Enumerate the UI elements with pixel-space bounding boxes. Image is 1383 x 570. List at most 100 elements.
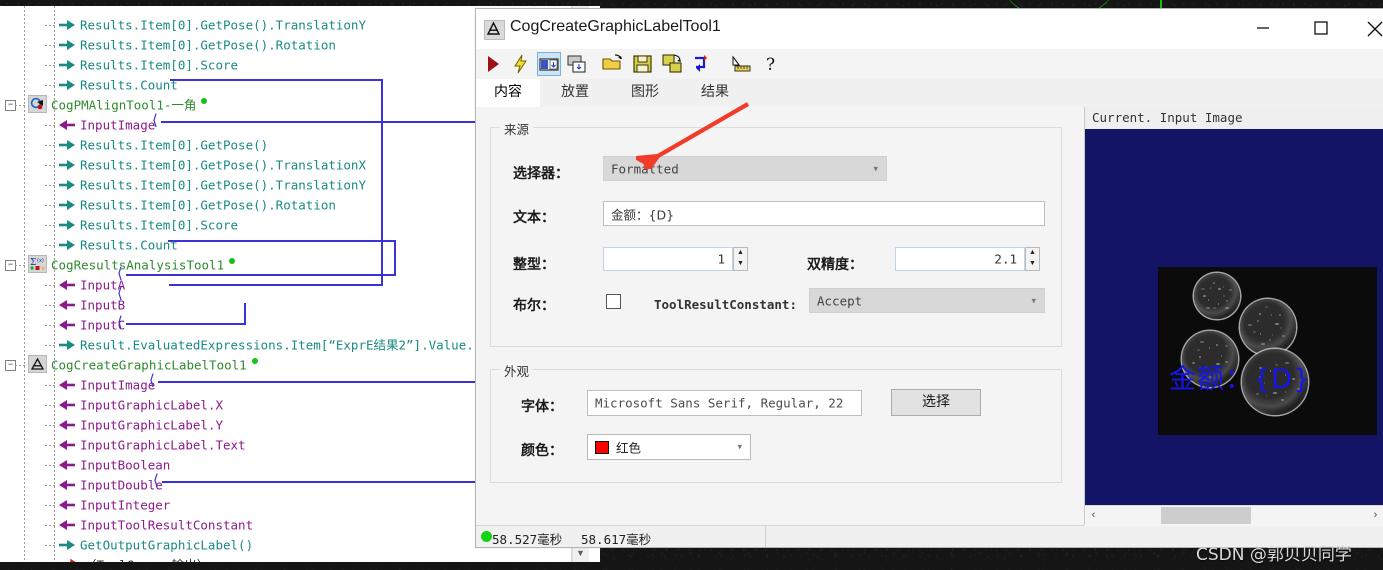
tree-terminal-node[interactable]: InputImage: [0, 115, 155, 135]
open-icon[interactable]: [601, 52, 625, 76]
wire: [170, 79, 383, 81]
tree-terminal-node[interactable]: Results.Item[0].Score: [0, 55, 238, 75]
input-arrow-icon: [58, 438, 76, 452]
source-group-title: 来源: [500, 119, 534, 138]
stepper-up-icon[interactable]: ▲: [734, 248, 747, 259]
output-arrow-icon: [58, 218, 76, 232]
calibration-icon[interactable]: [729, 52, 753, 76]
tree-connector: [45, 145, 57, 146]
tree-tool-node[interactable]: − Σ (x) y CogResultsAnalysisTool1: [0, 255, 236, 275]
image-horizontal-scrollbar[interactable]: ‹ ›: [1085, 505, 1383, 526]
tree-terminal-node[interactable]: Results.Item[0].Score: [0, 215, 238, 235]
maximize-button[interactable]: [1298, 9, 1344, 47]
scroll-right-icon[interactable]: ›: [1367, 506, 1383, 525]
stepper-down-icon[interactable]: ▼: [734, 259, 747, 270]
tree-terminal-node[interactable]: GetOutputGraphicLabel(): [0, 535, 253, 555]
run-once-icon[interactable]: [509, 52, 533, 76]
tree-terminal-node[interactable]: 〈ToolGroup 输出〉: [0, 555, 209, 562]
tree-node-label: InputGraphicLabel.Y: [80, 417, 223, 433]
output-arrow-icon: [58, 138, 76, 152]
tree-terminal-node[interactable]: Results.Count: [0, 235, 178, 255]
font-display[interactable]: Microsoft Sans Serif, Regular, 22: [587, 390, 862, 416]
chevron-down-icon: ▾: [873, 163, 878, 173]
font-select-button[interactable]: 选择: [891, 389, 981, 416]
bool-checkbox[interactable]: [606, 294, 621, 309]
tree-node-label: InputB: [80, 297, 126, 313]
tab-1[interactable]: 放置: [540, 79, 610, 107]
int-input[interactable]: 1: [603, 247, 733, 271]
tree-terminal-node[interactable]: Results.Item[0].GetPose().TranslationY: [0, 15, 366, 35]
int-stepper[interactable]: ▲ ▼: [733, 247, 748, 271]
coin-speckle: [1264, 305, 1269, 308]
close-button[interactable]: [1356, 9, 1383, 47]
tree-tool-node[interactable]: − CogPMAlignTool1-一角: [0, 95, 208, 115]
tree-node-label: InputBoolean: [80, 457, 171, 473]
dialog-toolbar[interactable]: ?: [476, 49, 1383, 79]
tree-terminal-node[interactable]: InputBoolean: [0, 455, 170, 475]
toolresult-dropdown[interactable]: Accept ▾: [809, 288, 1045, 313]
stepper-up-icon[interactable]: ▲: [1026, 248, 1039, 259]
save-as-icon[interactable]: [661, 52, 685, 76]
tree-terminal-node[interactable]: Results.Item[0].GetPose().Rotation: [0, 35, 336, 55]
tree-node-label: Result.EvaluatedExpressions.Item[“ExprE结…: [80, 337, 482, 353]
tree-tool-node[interactable]: − CogCreateGraphicLabelTool1: [0, 355, 258, 375]
tree-connector: [45, 245, 57, 246]
coin-speckle: [1209, 287, 1212, 290]
tree-terminal-node[interactable]: InputA: [0, 275, 125, 295]
tab-0[interactable]: 内容: [476, 79, 540, 108]
coin-speckle: [1229, 288, 1232, 291]
tab-3[interactable]: 结果: [680, 79, 750, 107]
font-label: 字体：: [521, 399, 563, 415]
tree-node-label: CogCreateGraphicLabelTool1: [51, 357, 247, 373]
tree-terminal-node[interactable]: Results.Item[0].GetPose(): [0, 135, 268, 155]
show-display-icon[interactable]: [537, 52, 561, 76]
tree-node-label: InputImage: [80, 377, 156, 393]
coin-speckle: [1225, 299, 1229, 302]
scroll-left-icon[interactable]: ‹: [1085, 506, 1102, 525]
minimize-button[interactable]: [1240, 9, 1286, 47]
tree-terminal-node[interactable]: InputToolResultConstant: [0, 515, 253, 535]
tree-terminal-node[interactable]: InputImage: [0, 375, 155, 395]
bool-label: 布尔：: [513, 298, 555, 314]
image-canvas[interactable]: 金额：{D}: [1085, 129, 1383, 505]
tree-connector: [45, 485, 57, 486]
dialog-titlebar[interactable]: CogCreateGraphicLabelTool1: [476, 9, 1383, 50]
tree-connector: [15, 265, 27, 266]
stepper-down-icon[interactable]: ▼: [1026, 259, 1039, 270]
tree-terminal-node[interactable]: InputGraphicLabel.Text: [0, 435, 246, 455]
tree-terminal-node[interactable]: InputGraphicLabel.Y: [0, 415, 223, 435]
color-label: 颜色：: [521, 443, 563, 459]
tree-terminal-node[interactable]: Results.Count: [0, 75, 178, 95]
reset-icon[interactable]: [691, 52, 715, 76]
scrollbar-thumb[interactable]: [1161, 507, 1251, 524]
scroll-down-icon[interactable]: ▼: [573, 546, 588, 562]
dialog-tabs[interactable]: 内容 放置 图形 结果: [476, 79, 1383, 108]
tree-terminal-node[interactable]: InputC: [0, 315, 125, 335]
tab-label: 内容: [494, 84, 522, 100]
help-icon[interactable]: ?: [759, 52, 783, 76]
coin-speckle: [1257, 320, 1259, 323]
tree-node-label: GetOutputGraphicLabel(): [80, 537, 254, 553]
tree-terminal-node[interactable]: Results.Item[0].GetPose().TranslationX: [0, 155, 366, 175]
run-icon[interactable]: [481, 52, 505, 76]
tab-2[interactable]: 图形: [610, 79, 680, 107]
double-stepper[interactable]: ▲ ▼: [1025, 247, 1040, 271]
tree-terminal-node[interactable]: Results.Item[0].GetPose().TranslationY: [0, 175, 366, 195]
tree-terminal-node[interactable]: Result.EvaluatedExpressions.Item[“ExprE结…: [0, 335, 481, 355]
text-input[interactable]: 金额：{D}: [603, 201, 1045, 226]
add-display-icon[interactable]: [565, 52, 589, 76]
color-dropdown[interactable]: 红色 ▾: [587, 434, 751, 460]
output-arrow-icon: [58, 538, 76, 552]
tree-terminal-node[interactable]: InputB: [0, 295, 125, 315]
tree-terminal-node[interactable]: InputInteger: [0, 495, 170, 515]
selector-value: Formatted: [611, 161, 679, 176]
save-icon[interactable]: [631, 52, 655, 76]
tree-terminal-node[interactable]: InputDouble: [0, 475, 163, 495]
coin-speckle: [1201, 287, 1205, 290]
output-arrow-icon: [58, 158, 76, 172]
tree-terminal-node[interactable]: Results.Item[0].GetPose().Rotation: [0, 195, 336, 215]
double-input[interactable]: 2.1: [895, 247, 1025, 271]
tree-node-label: Results.Count: [80, 237, 178, 253]
selector-dropdown[interactable]: Formatted ▾: [603, 156, 887, 181]
tree-terminal-node[interactable]: InputGraphicLabel.X: [0, 395, 223, 415]
